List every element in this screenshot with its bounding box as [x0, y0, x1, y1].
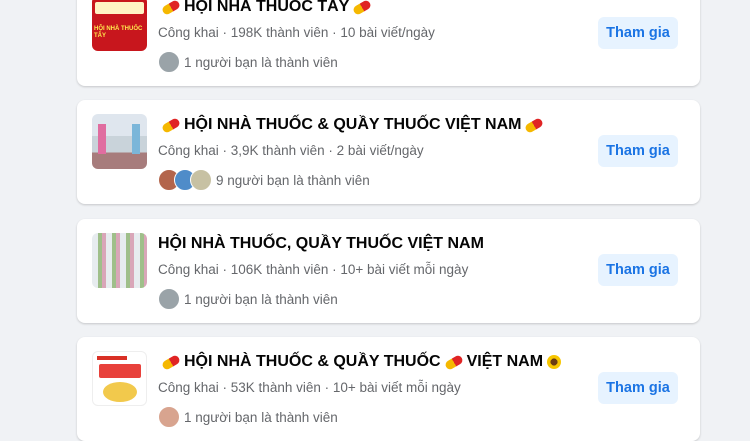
friends-count: 1 người bạn là thành viên — [184, 291, 338, 307]
pill-emoji-icon — [443, 353, 464, 371]
friends-count: 1 người bạn là thành viên — [184, 409, 338, 425]
group-meta: Công khai · 198K thành viên · 10 bài viế… — [158, 25, 435, 40]
friend-avatars — [158, 169, 212, 191]
group-card[interactable]: HỘI NHÀ THUỐC, QUẦY THUỐC VIỆT NAM Công … — [77, 219, 700, 323]
friend-avatars — [158, 288, 180, 310]
group-meta: Công khai · 106K thành viên · 10+ bài vi… — [158, 262, 469, 277]
group-thumbnail[interactable] — [92, 114, 147, 169]
group-meta: Công khai · 53K thành viên · 10+ bài viế… — [158, 380, 461, 395]
join-button[interactable]: Tham gia — [598, 254, 678, 286]
friends-count: 9 người bạn là thành viên — [216, 172, 370, 188]
friends-row: 1 người bạn là thành viên — [158, 287, 338, 311]
friends-row: 1 người bạn là thành viên — [158, 405, 338, 429]
join-button[interactable]: Tham gia — [598, 135, 678, 167]
pill-emoji-icon — [160, 116, 182, 134]
group-thumbnail[interactable]: HỘI NHÀ THUỐC TÂY — [92, 0, 147, 51]
group-title[interactable]: HỘI NHÀ THUỐC & QUẦY THUỐC VIỆT NAM — [158, 353, 562, 371]
avatar[interactable] — [158, 51, 180, 73]
join-button[interactable]: Tham gia — [598, 372, 678, 404]
friend-avatars — [158, 406, 180, 428]
group-thumbnail[interactable] — [92, 351, 147, 406]
group-meta: Công khai · 3,9K thành viên · 2 bài viết… — [158, 143, 424, 158]
avatar[interactable] — [158, 288, 180, 310]
group-card[interactable]: HỘI NHÀ THUỐC & QUẦY THUỐC VIỆT NAM Công… — [77, 337, 700, 441]
avatar[interactable] — [190, 169, 212, 191]
join-button[interactable]: Tham gia — [598, 17, 678, 49]
group-title[interactable]: HỘI NHÀ THUỐC TÂY — [158, 0, 375, 16]
group-title[interactable]: HỘI NHÀ THUỐC, QUẦY THUỐC VIỆT NAM — [158, 235, 484, 253]
friend-avatars — [158, 51, 180, 73]
group-thumbnail[interactable] — [92, 233, 147, 288]
group-card[interactable]: HỘI NHÀ THUỐC & QUẦY THUỐC VIỆT NAM Công… — [77, 100, 700, 204]
friends-row: 1 người bạn là thành viên — [158, 50, 338, 74]
group-title[interactable]: HỘI NHÀ THUỐC & QUẦY THUỐC VIỆT NAM — [158, 116, 547, 134]
pill-emoji-icon — [160, 0, 182, 16]
pill-emoji-icon — [352, 0, 373, 16]
thumbnail-caption: HỘI NHÀ THUỐC TÂY — [94, 26, 143, 39]
friends-row: 9 người bạn là thành viên — [158, 168, 370, 192]
sunflower-emoji-icon — [547, 355, 562, 369]
pill-emoji-icon — [524, 116, 545, 134]
group-card[interactable]: HỘI NHÀ THUỐC TÂY HỘI NHÀ THUỐC TÂY Công… — [77, 0, 700, 86]
pill-emoji-icon — [160, 353, 182, 371]
friends-count: 1 người bạn là thành viên — [184, 54, 338, 70]
avatar[interactable] — [158, 406, 180, 428]
